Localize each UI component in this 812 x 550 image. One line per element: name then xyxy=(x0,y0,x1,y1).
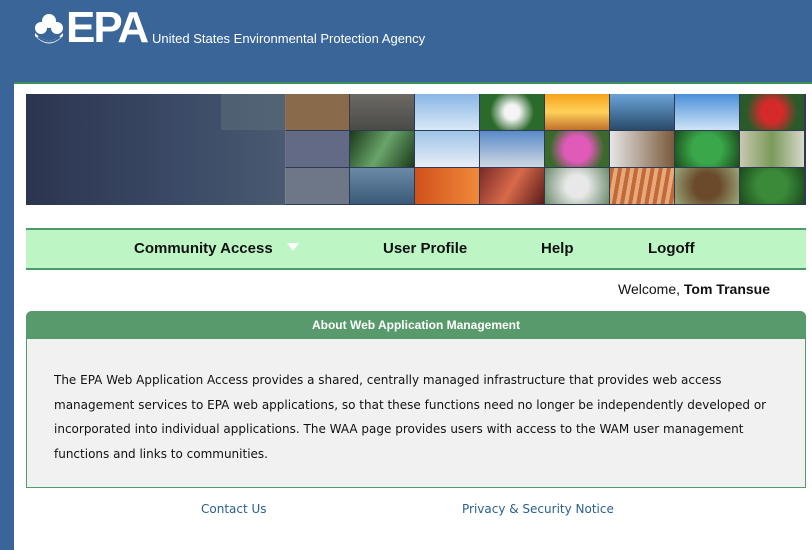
about-panel-header: About Web Application Management xyxy=(26,311,806,339)
about-panel-body: The EPA Web Application Access provides … xyxy=(54,373,767,461)
about-panel-title: About Web Application Management xyxy=(311,318,520,332)
triangle-down-icon[interactable] xyxy=(286,242,300,252)
contact-us-link[interactable]: Contact Us xyxy=(201,502,267,516)
banner-photo-tile xyxy=(545,131,609,167)
banner-photo-tile xyxy=(480,131,544,167)
banner-photo-tile xyxy=(675,168,739,204)
nav-help[interactable]: Help xyxy=(541,240,574,257)
banner-photo-tile xyxy=(221,94,285,130)
banner-photo-tile xyxy=(675,94,739,130)
banner-photo-tile xyxy=(545,94,609,130)
banner-photo-tile xyxy=(610,168,674,204)
about-panel: About Web Application Management The EPA… xyxy=(26,311,806,488)
epa-flower-logo-icon[interactable] xyxy=(32,12,66,46)
banner-photo-tile xyxy=(480,168,544,204)
banner-photo-tile xyxy=(285,94,349,130)
welcome-prefix: Welcome, xyxy=(618,281,681,297)
banner-photo-tile xyxy=(415,94,479,130)
banner-photo-tile xyxy=(415,168,479,204)
welcome-message: Welcome, Tom Transue xyxy=(618,281,770,297)
banner-photo-tile xyxy=(740,131,804,167)
main-nav: Community Access User Profile Help Logof… xyxy=(26,228,806,270)
banner-photo-tile xyxy=(675,131,739,167)
content-accent-line xyxy=(14,82,812,84)
banner-photo-tile xyxy=(545,168,609,204)
banner-photo-tile xyxy=(350,131,414,167)
site-header: EPA United States Environmental Protecti… xyxy=(0,0,812,80)
banner-photo-tile xyxy=(610,94,674,130)
nav-community-access[interactable]: Community Access xyxy=(134,240,273,257)
left-edge xyxy=(0,82,14,550)
banner-photo-tile xyxy=(480,94,544,130)
privacy-security-link[interactable]: Privacy & Security Notice xyxy=(462,502,614,516)
banner-photo-tile xyxy=(740,94,804,130)
nav-logoff[interactable]: Logoff xyxy=(648,240,695,257)
banner-photo-tile xyxy=(350,94,414,130)
epa-logo-text[interactable]: EPA xyxy=(66,2,149,54)
banner-photo-tile xyxy=(610,131,674,167)
nature-photo-banner xyxy=(26,94,806,205)
banner-photo-tile xyxy=(285,168,349,204)
banner-photo-tile xyxy=(740,168,804,204)
main-content: Community Access User Profile Help Logof… xyxy=(14,82,812,550)
banner-photo-tile xyxy=(285,131,349,167)
welcome-user-name: Tom Transue xyxy=(683,281,770,297)
nav-user-profile[interactable]: User Profile xyxy=(383,240,467,257)
agency-name: United States Environmental Protection A… xyxy=(152,31,426,46)
banner-photo-tile xyxy=(350,168,414,204)
banner-photo-tile xyxy=(415,131,479,167)
